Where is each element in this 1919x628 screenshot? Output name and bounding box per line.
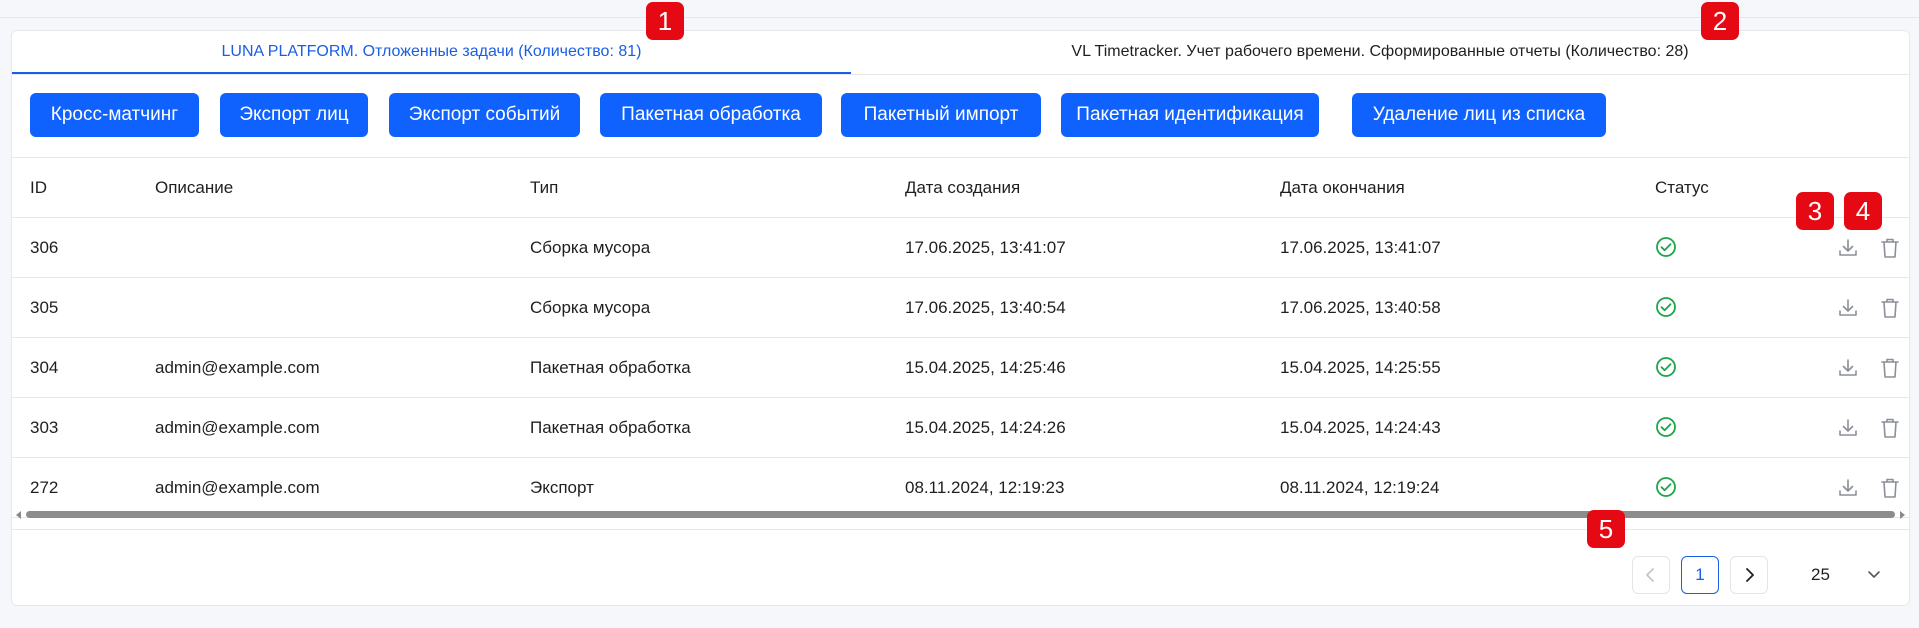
- download-icon[interactable]: [1836, 476, 1860, 500]
- page-size-select[interactable]: 25: [1781, 556, 1889, 594]
- check-circle-icon: [1655, 236, 1677, 258]
- header-status: Статус: [1655, 178, 1709, 197]
- cell-created: 15.04.2025, 14:25:46: [905, 358, 1066, 377]
- download-icon[interactable]: [1836, 296, 1860, 320]
- header-ended: Дата окончания: [1280, 178, 1405, 197]
- batch-import-button[interactable]: Пакетный импорт: [841, 93, 1041, 137]
- chevron-left-icon: [1646, 568, 1654, 582]
- cell-type: Сборка мусора: [530, 298, 651, 317]
- cell-id: 303: [30, 418, 59, 437]
- annotation-badge: 1: [646, 2, 684, 40]
- cell-created: 17.06.2025, 13:40:54: [905, 298, 1066, 317]
- cell-ended: 17.06.2025, 13:40:58: [1280, 298, 1441, 317]
- download-icon[interactable]: [1836, 356, 1860, 380]
- cell-id: 306: [30, 238, 59, 257]
- cell-id: 304: [30, 358, 59, 377]
- cross-matching-button[interactable]: Кросс-матчинг: [30, 93, 199, 137]
- tab-vl-timetracker[interactable]: VL Timetracker. Учет рабочего времени. С…: [851, 31, 1909, 74]
- prev-page-button[interactable]: [1632, 556, 1670, 594]
- scroll-right-icon[interactable]: [1900, 511, 1905, 519]
- header-description: Описание: [155, 178, 234, 197]
- top-divider: [0, 17, 1919, 18]
- chevron-down-icon: [1865, 556, 1883, 594]
- current-page-button[interactable]: 1: [1681, 556, 1719, 594]
- cell-id: 305: [30, 298, 59, 317]
- check-circle-icon: [1655, 356, 1677, 378]
- table-header: ID Описание Тип Дата создания Дата оконч…: [12, 158, 1909, 218]
- cell-ended: 17.06.2025, 13:41:07: [1280, 238, 1441, 257]
- cell-type: Пакетная обработка: [530, 358, 691, 377]
- task-actions-toolbar: Кросс-матчинг Экспорт лиц Экспорт событи…: [12, 75, 1909, 158]
- scroll-left-icon[interactable]: [16, 511, 21, 519]
- download-icon[interactable]: [1836, 236, 1860, 260]
- check-circle-icon: [1655, 416, 1677, 438]
- tasks-panel: LUNA PLATFORM. Отложенные задачи (Количе…: [11, 30, 1910, 606]
- export-faces-button[interactable]: Экспорт лиц: [220, 93, 368, 137]
- cell-created: 17.06.2025, 13:41:07: [905, 238, 1066, 257]
- table-row: 306 Сборка мусора 17.06.2025, 13:41:07 1…: [12, 218, 1909, 278]
- annotation-badge: 4: [1844, 192, 1882, 230]
- trash-icon[interactable]: [1879, 476, 1901, 500]
- cell-created: 15.04.2025, 14:24:26: [905, 418, 1066, 437]
- check-circle-icon: [1655, 476, 1677, 498]
- next-page-button[interactable]: [1730, 556, 1768, 594]
- check-circle-icon: [1655, 296, 1677, 318]
- cell-type: Сборка мусора: [530, 238, 651, 257]
- trash-icon[interactable]: [1879, 296, 1901, 320]
- table-row: 305 Сборка мусора 17.06.2025, 13:40:54 1…: [12, 278, 1909, 338]
- cell-description: admin@example.com: [155, 418, 320, 437]
- batch-processing-button[interactable]: Пакетная обработка: [600, 93, 822, 137]
- tab-bar: LUNA PLATFORM. Отложенные задачи (Количе…: [12, 31, 1909, 75]
- cell-ended: 15.04.2025, 14:24:43: [1280, 418, 1441, 437]
- batch-identification-button[interactable]: Пакетная идентификация: [1061, 93, 1319, 137]
- cell-ended: 15.04.2025, 14:25:55: [1280, 358, 1441, 377]
- cell-type: Пакетная обработка: [530, 418, 691, 437]
- table-row: 304 admin@example.com Пакетная обработка…: [12, 338, 1909, 398]
- tab-luna-platform[interactable]: LUNA PLATFORM. Отложенные задачи (Количе…: [12, 31, 851, 74]
- annotation-badge: 5: [1587, 510, 1625, 548]
- trash-icon[interactable]: [1879, 356, 1901, 380]
- tasks-table: ID Описание Тип Дата создания Дата оконч…: [12, 158, 1909, 518]
- trash-icon[interactable]: [1879, 416, 1901, 440]
- page-size-value: 25: [1811, 565, 1830, 584]
- trash-icon[interactable]: [1879, 236, 1901, 260]
- delete-faces-from-list-button[interactable]: Удаление лиц из списка: [1352, 93, 1606, 137]
- download-icon[interactable]: [1836, 416, 1860, 440]
- cell-description: admin@example.com: [155, 358, 320, 377]
- annotation-badge: 3: [1796, 192, 1834, 230]
- header-type: Тип: [530, 178, 559, 197]
- export-events-button[interactable]: Экспорт событий: [389, 93, 580, 137]
- chevron-right-icon: [1746, 568, 1754, 582]
- annotation-badge: 2: [1701, 2, 1739, 40]
- header-created: Дата создания: [905, 178, 1021, 197]
- header-id: ID: [30, 178, 47, 197]
- table-row: 303 admin@example.com Пакетная обработка…: [12, 398, 1909, 458]
